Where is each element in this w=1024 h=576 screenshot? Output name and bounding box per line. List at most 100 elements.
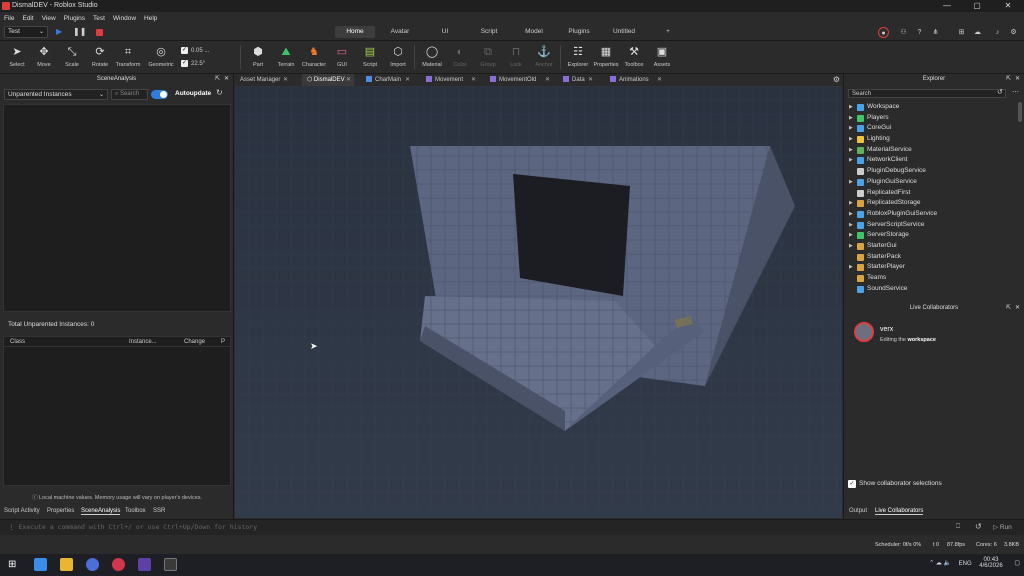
start-windows-icon[interactable]: ⊞ [8,559,16,570]
toolbox-button[interactable]: ⚒ Toolbox [621,45,647,68]
tab-model[interactable]: Model [514,26,554,38]
doc-tab-movement[interactable]: Movement ✕ [421,74,479,86]
panel-close-icon[interactable]: ✕ [1015,74,1020,84]
tab-settings-gear-icon[interactable]: ⚙ [833,75,840,84]
scale-tool[interactable]: ⤡ Scale [59,45,85,68]
explorer-item-serverscriptservice[interactable]: ▶ ServerScriptService [846,220,1016,231]
terrain-button[interactable]: ⛰ Terrain [273,45,299,68]
cloud-icon[interactable]: ☁ [972,27,983,38]
app-purple-icon[interactable] [138,558,151,571]
tab-untitled[interactable]: Untitled [604,26,644,38]
show-selections-checkbox[interactable]: ✓ [848,480,856,488]
menu-edit[interactable]: Edit [22,15,33,22]
refresh-icon[interactable]: ↻ [216,88,223,97]
panel-close-icon[interactable]: ✕ [224,74,229,84]
add-tab-button[interactable]: + [660,26,676,38]
column-header-instance[interactable]: Instance... [129,339,157,345]
character-button[interactable]: ♞ Character [301,45,327,68]
pop-out-icon[interactable]: ⇱ [1006,303,1011,313]
bottom-tab-scene-analysis[interactable]: SceneAnalysis [81,508,121,515]
explorer-item-workspace[interactable]: ▶ Workspace [846,102,1016,113]
doc-tab-animations[interactable]: Animations ✕ [605,74,665,86]
column-header-class[interactable]: Class [10,339,25,345]
menu-test[interactable]: Test [93,15,105,22]
import-button[interactable]: ⬡ Import [385,45,411,68]
color-button[interactable]: ◐ Color [447,45,473,68]
expand-arrow-icon[interactable]: ▶ [849,241,853,252]
explorer-item-replicatedfirst[interactable]: ReplicatedFirst [846,188,1016,199]
pop-out-icon[interactable]: ⇱ [1006,74,1011,84]
explorer-item-soundservice[interactable]: SoundService [846,284,1016,295]
media-player-icon[interactable] [112,558,125,571]
explorer-item-materialservice[interactable]: ▶ MaterialService [846,145,1016,156]
move-tool[interactable]: ✥ Move [31,45,57,68]
close-tab-icon[interactable]: ✕ [405,74,410,86]
bottom-tab-output[interactable]: Output [849,508,867,514]
explorer-item-lighting[interactable]: ▶ Lighting [846,134,1016,145]
rotate-snap-field[interactable]: ✓ 22.5° [181,60,205,67]
column-header-p[interactable]: P [221,339,225,345]
bookmark-icon[interactable]: ⎕ [956,523,960,531]
run-button[interactable]: ▷ Run [993,523,1012,531]
properties-button[interactable]: ▦ Properties [593,45,619,68]
explorer-item-pluginguiservice[interactable]: ▶ PluginGuiService [846,177,1016,188]
explorer-item-starterplayer[interactable]: ▶ StarterPlayer [846,262,1016,273]
help-icon[interactable]: ? [914,27,925,38]
rotate-tool[interactable]: ⟳ Rotate [87,45,113,68]
app-asterisk-icon[interactable] [34,558,47,571]
expand-arrow-icon[interactable]: ▶ [849,102,853,113]
tab-home[interactable]: Home [335,26,375,38]
move-snap-field[interactable]: ✓ 0.05 ... [181,47,209,54]
mode-select[interactable]: Test ⌄ [4,26,48,38]
bottom-tab-live-collaborators[interactable]: Live Collaborators [875,508,924,515]
panel-close-icon[interactable]: ✕ [1015,303,1020,313]
column-header-change[interactable]: Change [184,339,205,345]
close-tab-icon[interactable]: ✕ [657,74,662,86]
close-tab-icon[interactable]: ✕ [471,74,476,86]
close-tab-icon[interactable]: ✕ [588,74,593,86]
close-tab-icon[interactable]: ✕ [346,74,351,86]
checkbox-checked-icon[interactable]: ✓ [181,60,188,67]
roblox-studio-taskbar-icon[interactable] [164,558,177,571]
explorer-item-players[interactable]: ▶ Players [846,113,1016,124]
geometric-tool[interactable]: ◎ Geometric [148,45,174,68]
clock[interactable]: 00:43 4/6/2026 [979,557,1002,569]
doc-tab-data[interactable]: Data ✕ [558,74,596,86]
expand-arrow-icon[interactable]: ▶ [849,134,853,145]
expand-arrow-icon[interactable]: ▶ [849,145,853,156]
autoupdate-toggle[interactable] [151,90,168,99]
scene-search-input[interactable]: ⌕ Search [111,89,148,100]
grid-icon[interactable]: ⊞ [956,27,967,38]
minimize-button[interactable]: — [932,0,962,12]
3d-viewport[interactable]: ➤ [235,86,842,518]
cloud-sync-icon[interactable]: ☁ [936,561,942,567]
explorer-search-input[interactable]: Search [848,89,1006,98]
explorer-item-coregui[interactable]: ▶ CoreGui [846,123,1016,134]
assets-button[interactable]: ▣ Assets [649,45,675,68]
file-explorer-icon[interactable] [60,558,73,571]
maximize-button[interactable]: ▢ [962,0,992,12]
more-options-icon[interactable]: ⋯ [1012,88,1019,96]
part-button[interactable]: ⬢ Part [245,45,271,68]
select-tool[interactable]: ➤ Select [4,45,30,68]
notifications-icon[interactable]: ▢ [1014,561,1020,567]
tab-script[interactable]: Script [469,26,509,38]
explorer-scrollbar[interactable] [1018,102,1022,122]
team-create-icon[interactable]: ⚇ [898,27,909,38]
explorer-item-starterpack[interactable]: StarterPack [846,252,1016,263]
tray-lang[interactable]: ENG [959,561,972,567]
expand-arrow-icon[interactable]: ▶ [849,209,853,220]
group-button[interactable]: ⧉ Group [475,45,501,68]
anchor-button[interactable]: ⚓ Anchor [531,45,557,68]
lock-button[interactable]: ⊓ Lock [503,45,529,68]
bottom-tab-script-activity[interactable]: Script Activity [4,508,40,514]
bottom-tab-properties[interactable]: Properties [47,508,74,514]
bottom-tab-toolbox[interactable]: Toolbox [125,508,146,514]
expand-arrow-icon[interactable]: ▶ [849,262,853,273]
tab-ui[interactable]: UI [425,26,465,38]
pop-out-icon[interactable]: ⇱ [215,74,220,84]
script-button[interactable]: ▤ Script [357,45,383,68]
material-button[interactable]: ◯ Material [419,45,445,68]
history-icon[interactable]: ↺ [997,88,1003,96]
expand-arrow-icon[interactable]: ▶ [849,155,853,166]
